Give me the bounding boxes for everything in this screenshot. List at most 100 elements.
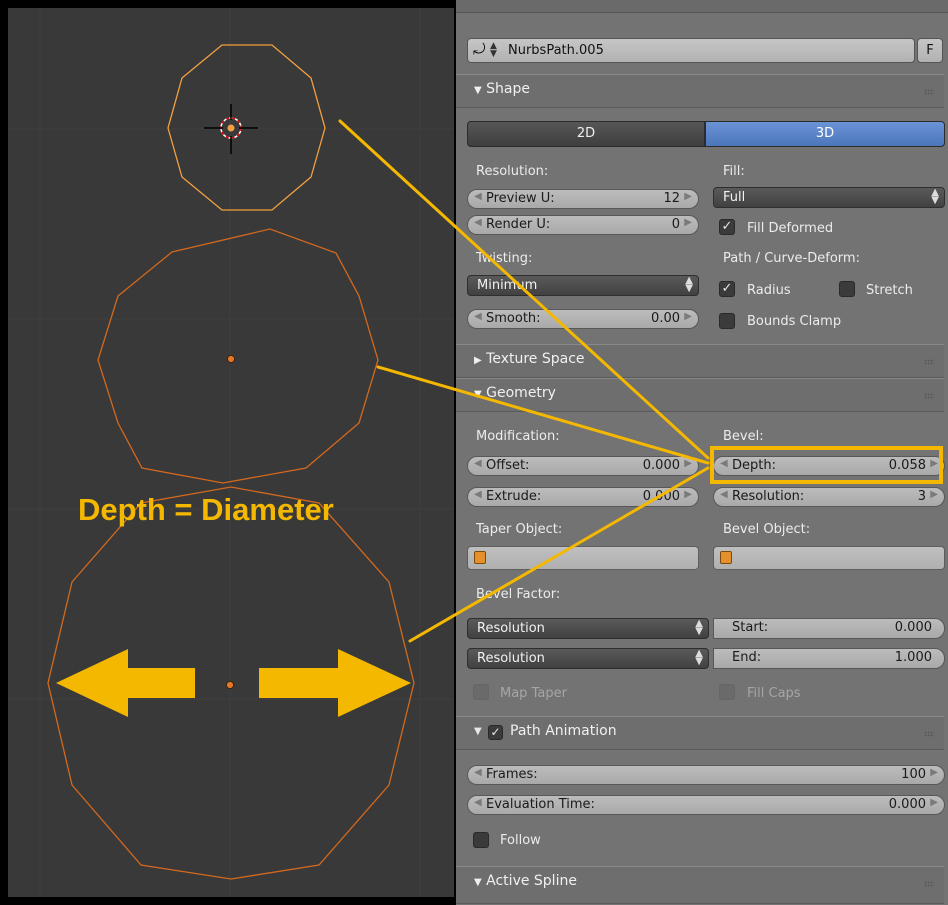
dropdown-arrows-icon: ▲ ▼ <box>695 618 703 637</box>
path-animation-panel-header[interactable]: ▼ ✓ Path Animation <box>456 716 944 750</box>
increment-arrow-icon[interactable]: ▶ <box>684 217 692 228</box>
bevel-object-field[interactable] <box>713 546 945 570</box>
preview-u-label: Preview U: <box>486 191 555 206</box>
decrement-arrow-icon[interactable]: ◀ <box>474 191 482 202</box>
map-taper-label: Map Taper <box>500 686 567 701</box>
datablock-name: NurbsPath.005 <box>508 43 604 58</box>
fake-user-button[interactable]: F <box>917 38 943 63</box>
smooth-field[interactable]: ◀ Smooth: 0.00 ▶ <box>467 309 699 329</box>
extrude-field[interactable]: ◀ Extrude: 0.000 ▶ <box>467 487 699 507</box>
stretch-label: Stretch <box>866 283 913 298</box>
start-label: Start: <box>732 620 769 635</box>
twisting-label: Twisting: <box>476 251 533 266</box>
grip-icon[interactable] <box>924 393 934 399</box>
bevel-label: Bevel: <box>723 429 764 444</box>
viewport-canvas <box>8 8 454 897</box>
offset-field[interactable]: ◀ Offset: 0.000 ▶ <box>467 456 699 476</box>
bevel-profile-medium <box>97 228 379 484</box>
depth-value: 0.058 <box>888 458 926 473</box>
cube-icon <box>474 551 486 564</box>
datablock-selector[interactable]: ⤾ ▲ ▼ NurbsPath.005 <box>467 38 915 63</box>
bevel-factor-mapping-start-dropdown[interactable]: Resolution ▲ ▼ <box>467 618 709 639</box>
increment-arrow-icon[interactable]: ▶ <box>930 767 938 778</box>
mapping-start-value: Resolution <box>477 621 545 636</box>
bevel-factor-start-field[interactable]: Start: 0.000 <box>713 618 945 639</box>
bevel-resolution-label: Resolution: <box>732 489 805 504</box>
mode-2d-button[interactable]: 2D <box>467 121 705 147</box>
3d-viewport[interactable]: Depth = Diameter <box>8 8 454 897</box>
twisting-dropdown[interactable]: Minimum ▲ ▼ <box>467 275 699 296</box>
checkmark-icon: ✓ <box>490 725 501 739</box>
grip-icon[interactable] <box>924 731 934 737</box>
decrement-arrow-icon[interactable]: ◀ <box>474 217 482 228</box>
twisting-value: Minimum <box>477 278 538 293</box>
dropdown-arrows-icon: ▲ ▼ <box>695 648 703 667</box>
evaluation-time-field[interactable]: ◀ Evaluation Time: 0.000 ▶ <box>467 795 945 815</box>
fill-caps-label: Fill Caps <box>747 686 801 701</box>
preview-u-value: 12 <box>663 191 680 206</box>
bounds-clamp-checkbox[interactable] <box>719 313 735 329</box>
map-taper-checkbox[interactable] <box>473 684 489 700</box>
frames-field[interactable]: ◀ Frames: 100 ▶ <box>467 765 945 785</box>
fill-label: Fill: <box>723 164 745 179</box>
arrow-left-icon <box>56 649 195 717</box>
geometry-panel-header[interactable]: ▼ Geometry <box>456 378 944 412</box>
bevel-factor-end-field[interactable]: End: 1.000 <box>713 648 945 669</box>
evaluation-time-value: 0.000 <box>888 797 926 812</box>
decrement-arrow-icon[interactable]: ◀ <box>474 767 482 778</box>
follow-label: Follow <box>500 833 541 848</box>
increment-arrow-icon[interactable]: ▶ <box>684 489 692 500</box>
increment-arrow-icon[interactable]: ▶ <box>930 797 938 808</box>
grip-icon[interactable] <box>924 359 934 365</box>
bevel-resolution-field[interactable]: ◀ Resolution: 3 ▶ <box>713 487 945 507</box>
bounds-clamp-label: Bounds Clamp <box>747 314 842 329</box>
offset-value: 0.000 <box>642 458 680 473</box>
origin-dot <box>226 681 234 689</box>
panel-top-strip <box>456 0 948 13</box>
decrement-arrow-icon[interactable]: ◀ <box>474 458 482 469</box>
taper-object-field[interactable] <box>467 546 699 570</box>
radius-label: Radius <box>747 283 791 298</box>
mode-3d-button[interactable]: 3D <box>705 121 945 147</box>
decrement-arrow-icon[interactable]: ◀ <box>474 311 482 322</box>
decrement-arrow-icon[interactable]: ◀ <box>474 489 482 500</box>
shape-header-label: Shape <box>486 81 530 97</box>
grip-icon[interactable] <box>924 89 934 95</box>
origin-dot <box>227 355 235 363</box>
render-u-field[interactable]: ◀ Render U: 0 ▶ <box>467 215 699 235</box>
radius-checkbox[interactable]: ✓ <box>719 281 735 297</box>
increment-arrow-icon[interactable]: ▶ <box>684 191 692 202</box>
increment-arrow-icon[interactable]: ▶ <box>684 458 692 469</box>
preview-u-field[interactable]: ◀ Preview U: 12 ▶ <box>467 189 699 209</box>
decrement-arrow-icon[interactable]: ◀ <box>720 489 728 500</box>
path-deform-label: Path / Curve-Deform: <box>723 251 860 266</box>
render-u-value: 0 <box>671 217 680 232</box>
active-spline-header-label: Active Spline <box>486 873 577 889</box>
frames-label: Frames: <box>486 767 538 782</box>
increment-arrow-icon[interactable]: ▶ <box>930 489 938 500</box>
curve-datablock-icon: ⤾ <box>473 40 486 58</box>
grip-icon[interactable] <box>924 881 934 887</box>
offset-label: Offset: <box>486 458 530 473</box>
decrement-arrow-icon[interactable]: ◀ <box>720 458 728 469</box>
annotation-label: Depth = Diameter <box>78 492 334 527</box>
follow-checkbox[interactable] <box>473 832 489 848</box>
arrow-right-icon <box>259 649 411 717</box>
fill-deformed-checkbox[interactable]: ✓ <box>719 219 735 235</box>
bevel-factor-mapping-end-dropdown[interactable]: Resolution ▲ ▼ <box>467 648 709 669</box>
texture-space-panel-header[interactable]: ▶ Texture Space <box>456 344 944 378</box>
fill-dropdown[interactable]: Full ▲ ▼ <box>713 187 945 208</box>
smooth-value: 0.00 <box>651 311 680 326</box>
increment-arrow-icon[interactable]: ▶ <box>930 458 938 469</box>
dropdown-arrows-icon: ▲ ▼ <box>931 187 939 206</box>
decrement-arrow-icon[interactable]: ◀ <box>474 797 482 808</box>
checkmark-icon: ✓ <box>721 281 733 296</box>
bevel-depth-field[interactable]: ◀ Depth: 0.058 ▶ <box>713 456 945 476</box>
modification-label: Modification: <box>476 429 560 444</box>
fill-caps-checkbox[interactable] <box>719 684 735 700</box>
stretch-checkbox[interactable] <box>839 281 855 297</box>
increment-arrow-icon[interactable]: ▶ <box>684 311 692 322</box>
path-animation-checkbox[interactable]: ✓ <box>488 725 503 740</box>
active-spline-panel-header[interactable]: ▼ Active Spline <box>456 866 944 904</box>
shape-panel-header[interactable]: ▼ Shape <box>456 74 944 108</box>
